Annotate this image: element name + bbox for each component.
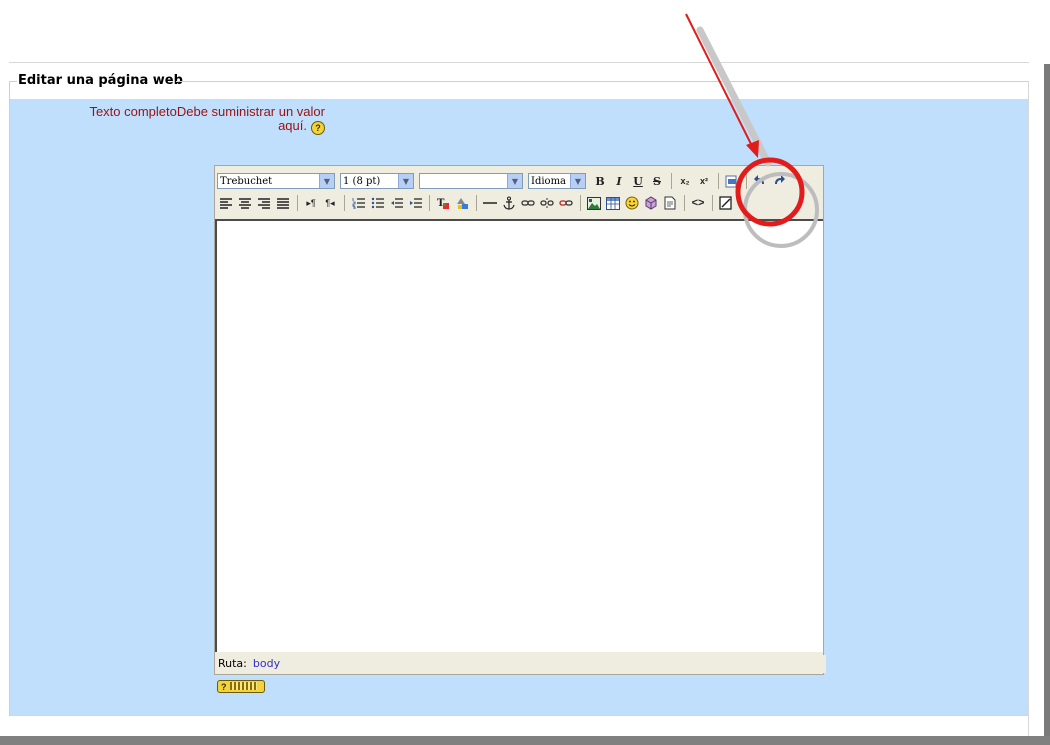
magnifier-shadow-icon [696, 26, 819, 248]
annotation-arrow-icon [685, 13, 759, 158]
annotation-overlay [685, 13, 819, 248]
